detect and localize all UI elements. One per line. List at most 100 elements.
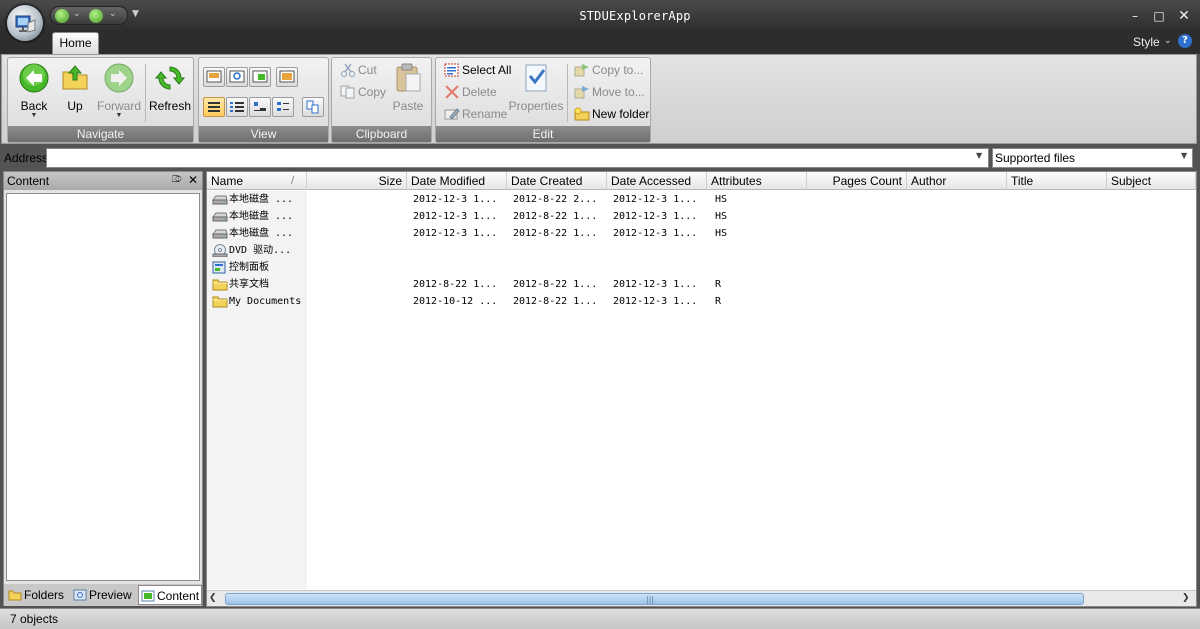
view-group: View	[198, 57, 329, 143]
refresh-label: Refresh	[148, 99, 192, 113]
up-label: Up	[67, 99, 83, 113]
table-row[interactable]: 共享文档 2012-8-22 1... 2012-8-22 1... 2012-12-…	[207, 276, 1196, 293]
pin-icon[interactable]: ⎄	[172, 175, 182, 185]
cell-created: 2012-8-22 1...	[513, 279, 598, 290]
view-group-label: View	[199, 126, 328, 142]
cell-name: 本地磁盘 ...	[229, 194, 294, 205]
scroll-thumb[interactable]: |||	[225, 593, 1084, 605]
new-folder-label: New folder	[592, 107, 650, 121]
table-row[interactable]: DVD 驱动...	[207, 242, 1196, 259]
copy-icon	[340, 85, 355, 99]
cell-attributes: HS	[715, 194, 728, 205]
table-row[interactable]: 本地磁盘 ... 2012-12-3 1... 2012-8-22 1... 2012…	[207, 225, 1196, 242]
paste-button[interactable]: Paste	[390, 62, 426, 124]
cell-name: 共享文档	[229, 279, 269, 290]
column-author[interactable]: Author	[907, 172, 1007, 190]
filter-dropdown-icon[interactable]: ▼	[1181, 151, 1187, 160]
refresh-button[interactable]: Refresh	[148, 62, 192, 124]
cell-modified: 2012-8-22 1...	[413, 279, 498, 290]
details-icon	[208, 102, 220, 112]
style-menu[interactable]: Style	[1133, 35, 1160, 49]
dvd-drive-icon	[212, 244, 228, 257]
address-input[interactable]	[46, 148, 989, 168]
cell-name: DVD 驱动...	[229, 245, 292, 256]
column-title[interactable]: Title	[1007, 172, 1107, 190]
column-date-created[interactable]: Date Created	[507, 172, 607, 190]
cell-accessed: 2012-12-3 1...	[613, 228, 698, 239]
properties-button[interactable]: Properties	[508, 62, 564, 124]
cell-modified: 2012-12-3 1...	[413, 194, 498, 205]
cell-modified: 2012-12-3 1...	[413, 228, 498, 239]
file-filter-select[interactable]: Supported files	[992, 148, 1193, 168]
help-icon[interactable]: ?	[1178, 34, 1192, 48]
new-folder-icon	[574, 107, 590, 121]
back-dropdown-icon[interactable]: ▼	[12, 112, 56, 119]
app-logo-icon	[15, 15, 36, 33]
forward-label: Forward	[96, 99, 141, 113]
scroll-left-icon[interactable]: ❮	[209, 591, 221, 606]
table-row[interactable]: My Documents 2012-10-12 ... 2012-8-22 1...…	[207, 293, 1196, 310]
address-dropdown-icon[interactable]: ▼	[976, 151, 982, 160]
copy-to-label: Copy to...	[592, 63, 644, 77]
view-thumbnails-button[interactable]	[203, 67, 225, 87]
table-row[interactable]: 本地磁盘 ... 2012-12-3 1... 2012-8-22 2... 2012…	[207, 191, 1196, 208]
paste-label: Paste	[392, 99, 424, 113]
view-pages-button[interactable]	[302, 97, 324, 117]
icons-view-icon	[279, 70, 295, 83]
panel-close-icon[interactable]: ✕	[188, 173, 198, 187]
cell-created: 2012-8-22 1...	[513, 211, 598, 222]
view-details-button[interactable]	[203, 97, 225, 117]
minimize-button[interactable]: –	[1127, 8, 1143, 24]
edit-group: Select All Delete Rename Properties Copy…	[435, 57, 651, 143]
folder-icon	[212, 279, 228, 291]
horizontal-scrollbar[interactable]: ❮ ||| ❯	[207, 590, 1196, 606]
forward-button[interactable]: Forward ▼	[94, 62, 144, 124]
tab-preview[interactable]: Preview	[73, 585, 132, 605]
drive-icon	[212, 229, 228, 239]
column-date-accessed[interactable]: Date Accessed	[607, 172, 707, 190]
cell-attributes: R	[715, 279, 722, 290]
application-menu-button[interactable]	[6, 4, 44, 42]
maximize-button[interactable]: □	[1151, 8, 1167, 24]
view-small-icons-button[interactable]	[249, 97, 271, 117]
tab-content[interactable]: Content	[138, 585, 203, 605]
view-content-button[interactable]	[272, 97, 294, 117]
view-list-button[interactable]	[226, 97, 248, 117]
delete-label: Delete	[462, 85, 497, 99]
cell-name: 本地磁盘 ...	[229, 228, 294, 239]
forward-dropdown-icon[interactable]: ▼	[94, 112, 144, 119]
folders-icon	[8, 590, 22, 601]
scroll-right-icon[interactable]: ❯	[1182, 591, 1194, 606]
up-button[interactable]: Up	[58, 62, 92, 124]
tab-home[interactable]: Home	[52, 32, 99, 55]
status-bar: 7 objects	[0, 608, 1200, 629]
tab-folders[interactable]: Folders	[8, 585, 64, 605]
refresh-icon	[154, 66, 186, 90]
column-pages-count[interactable]: Pages Count	[807, 172, 907, 190]
view-tiles-button[interactable]	[249, 67, 271, 87]
cell-modified: 2012-12-3 1...	[413, 211, 498, 222]
cell-name: 本地磁盘 ...	[229, 211, 294, 222]
view-preview-button[interactable]	[226, 67, 248, 87]
column-size[interactable]: Size	[307, 172, 407, 190]
table-row[interactable]: 本地磁盘 ... 2012-12-3 1... 2012-8-22 1... 2012…	[207, 208, 1196, 225]
thumbnails-icon	[206, 70, 222, 83]
tab-content-label: Content	[157, 589, 200, 603]
column-subject[interactable]: Subject	[1107, 172, 1196, 190]
select-all-icon	[444, 63, 459, 77]
cell-created: 2012-8-22 2...	[513, 194, 598, 205]
sort-indicator-icon: ∕	[291, 175, 295, 186]
column-date-modified[interactable]: Date Modified	[407, 172, 507, 190]
panel-body	[6, 193, 200, 581]
cell-name: 控制面板	[229, 262, 269, 273]
column-attributes[interactable]: Attributes	[707, 172, 807, 190]
view-icons-button[interactable]	[276, 67, 298, 87]
close-button[interactable]: ✕	[1176, 8, 1192, 24]
back-button[interactable]: Back ▼	[12, 62, 56, 124]
column-header: Name ∕ Size Date Modified Date Created D…	[207, 172, 1196, 190]
cell-name: My Documents	[229, 296, 302, 307]
panel-tabs: Folders Preview Content	[4, 584, 203, 606]
panel-title: Content	[7, 174, 50, 188]
chevron-down-icon[interactable]: ⌄	[1164, 36, 1172, 46]
table-row[interactable]: 控制面板	[207, 259, 1196, 276]
